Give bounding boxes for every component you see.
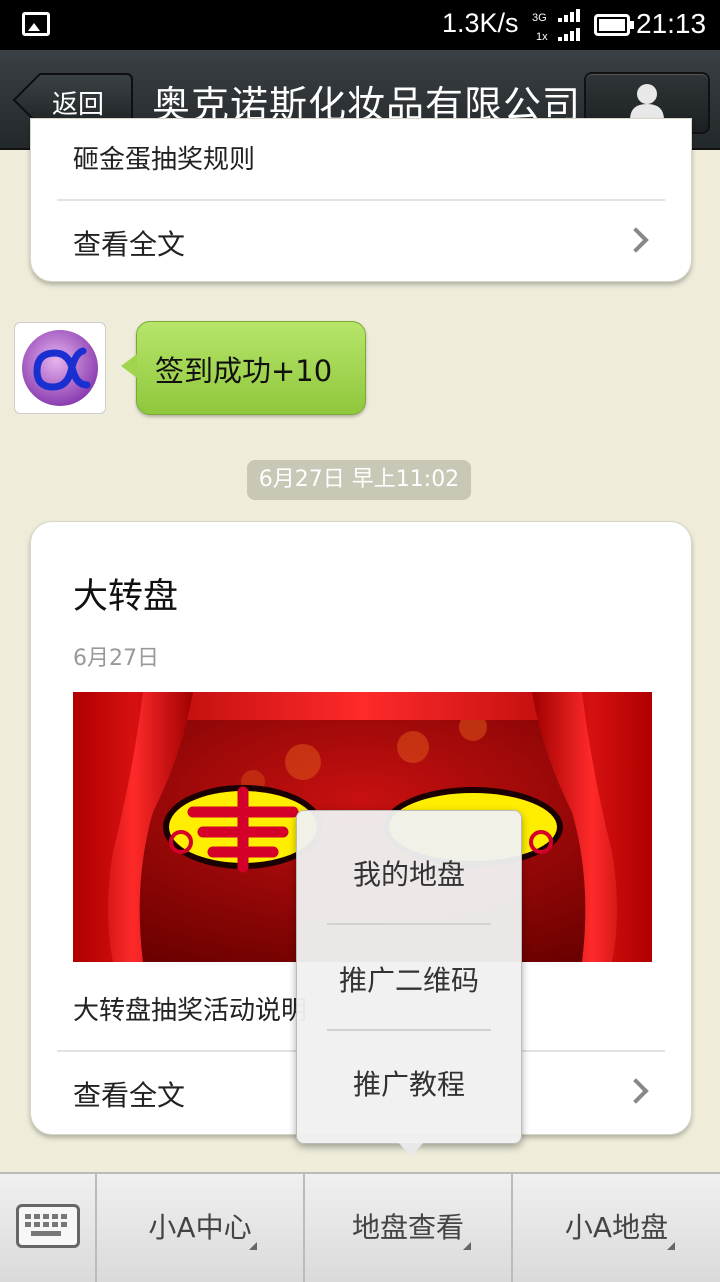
signal-icon: 3G 1x xyxy=(532,9,580,43)
avatar[interactable] xyxy=(14,322,106,414)
message-bubble[interactable]: 签到成功+10 xyxy=(121,321,366,415)
menu-item-my-territory[interactable]: 我的地盘 xyxy=(297,853,521,893)
menu-separator xyxy=(327,923,491,925)
image-notification-icon xyxy=(22,12,50,36)
network-speed: 1.3K/s xyxy=(442,8,519,38)
battery-icon xyxy=(594,14,634,36)
message-text: 签到成功+10 xyxy=(155,354,333,388)
menu-button-label: 地盘查看 xyxy=(351,1211,464,1244)
svg-text:1x: 1x xyxy=(536,31,548,43)
user-icon xyxy=(630,84,664,120)
back-label: 返回 xyxy=(52,90,105,120)
menu-separator xyxy=(327,1029,491,1031)
submenu-indicator-icon xyxy=(249,1242,257,1250)
article-date: 6月27日 xyxy=(73,646,159,671)
menu-button-territory[interactable]: 小A地盘 xyxy=(513,1174,720,1282)
submenu-popup: 我的地盘 推广二维码 推广教程 xyxy=(296,810,522,1157)
menu-button-label: 小A中心 xyxy=(148,1211,252,1244)
read-more-link[interactable]: 查看全文 xyxy=(73,223,185,263)
menu-button-center[interactable]: 小A中心 xyxy=(97,1174,305,1282)
chevron-right-icon xyxy=(623,227,649,253)
menu-item-promo-tutorial[interactable]: 推广教程 xyxy=(297,1063,521,1103)
article-title: 砸金蛋抽奖规则 xyxy=(73,145,256,175)
status-bar: 1.3K/s 3G 1x 21:13 xyxy=(0,0,720,50)
keyboard-icon xyxy=(16,1204,80,1248)
article-card-prev[interactable]: 砸金蛋抽奖规则 查看全文 xyxy=(30,118,692,282)
timestamp: 6月27日 早上11:02 xyxy=(247,460,471,500)
menu-button-label: 小A地盘 xyxy=(564,1211,669,1244)
read-more-link[interactable]: 查看全文 xyxy=(73,1074,185,1114)
submenu-indicator-icon xyxy=(463,1242,471,1250)
divider xyxy=(57,199,665,201)
article-title: 大转盘 xyxy=(73,577,179,617)
menu-button-territory-view[interactable]: 地盘查看 xyxy=(305,1174,513,1282)
clock: 21:13 xyxy=(636,8,707,39)
svg-text:3G: 3G xyxy=(532,12,547,24)
chevron-right-icon xyxy=(623,1078,649,1104)
article-description: 大转盘抽奖活动说明 xyxy=(73,996,308,1026)
bottom-menu-bar: 小A中心 地盘查看 小A地盘 xyxy=(0,1172,720,1282)
submenu-indicator-icon xyxy=(667,1242,675,1250)
keyboard-toggle-button[interactable] xyxy=(0,1174,97,1282)
menu-item-promo-qrcode[interactable]: 推广二维码 xyxy=(297,959,521,999)
alpha-logo-icon xyxy=(22,330,98,406)
